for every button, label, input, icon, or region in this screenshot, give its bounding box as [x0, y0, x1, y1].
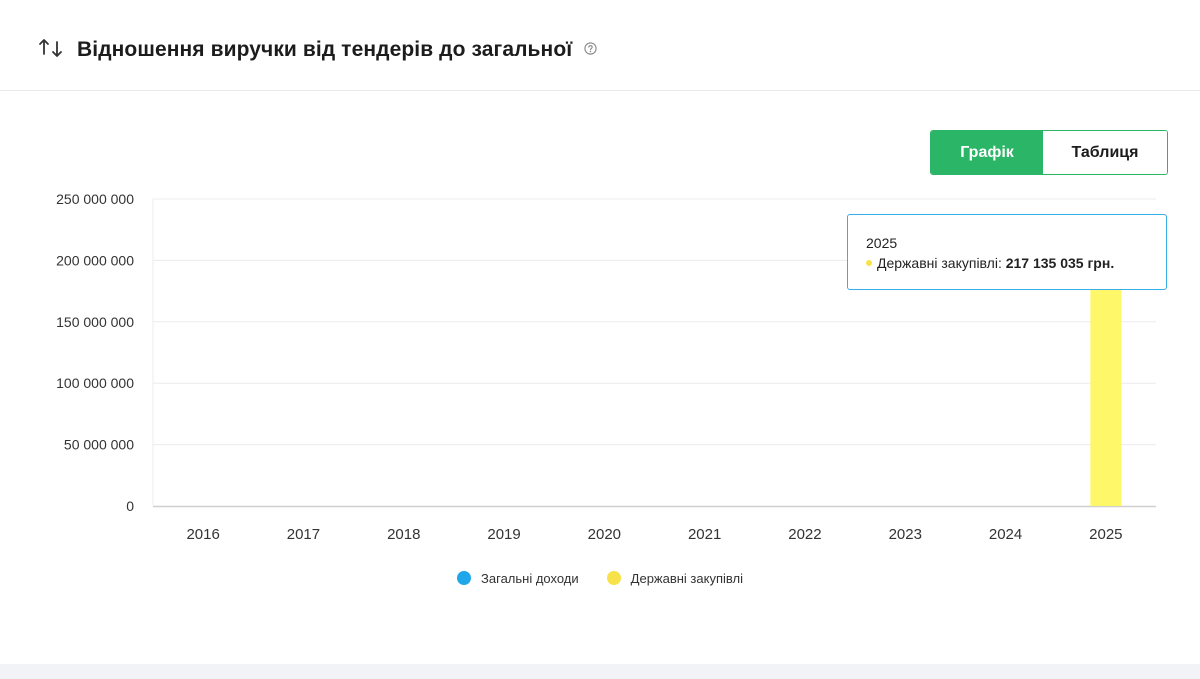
- x-tick-label: 2017: [287, 526, 320, 543]
- x-tick-label: 2025: [1089, 526, 1122, 543]
- y-tick-label: 50 000 000: [64, 437, 134, 453]
- x-tick-label: 2021: [688, 526, 721, 543]
- y-tick-label: 200 000 000: [56, 252, 134, 268]
- y-tick-label: 100 000 000: [56, 375, 134, 391]
- tooltip-series-label: Державні закупівлі:: [877, 255, 1002, 271]
- tooltip-year: 2025: [866, 235, 898, 251]
- x-tick-label: 2019: [487, 526, 520, 543]
- tooltip-series-dot-icon: [866, 260, 872, 267]
- tooltip-value: 217 135 035 грн.: [1005, 255, 1115, 271]
- x-tick-label: 2018: [387, 526, 420, 543]
- y-tick-label: 250 000 000: [56, 191, 134, 207]
- chart-tooltip: 2025 Державні закупівлі: 217 135 035 грн…: [847, 214, 1167, 290]
- x-tick-label: 2022: [788, 526, 821, 543]
- legend-item[interactable]: Загальні доходи: [457, 568, 579, 588]
- bar-chart: 0 50 000 000 100 000 000 150 000 000 200 000…: [56, 191, 1156, 543]
- x-tick-label: 2023: [889, 526, 922, 543]
- revenue-ratio-card: Відношення виручки від тендерів до загал…: [0, 0, 1200, 664]
- y-tick-label: 0: [126, 498, 134, 514]
- x-tick-label: 2020: [588, 526, 621, 543]
- y-tick-label: 150 000 000: [56, 314, 134, 330]
- legend-label: Державні закупівлі: [630, 570, 743, 586]
- legend-dot-icon: [457, 571, 472, 585]
- legend-label: Загальні доходи: [481, 570, 579, 586]
- chart-legend: Загальні доходи Державні закупівлі: [0, 568, 1200, 588]
- tooltip-row: Державні закупівлі: 217 135 035 грн.: [866, 254, 1166, 272]
- x-tick-label: 2016: [186, 526, 219, 543]
- legend-item[interactable]: Державні закупівлі: [606, 568, 743, 588]
- legend-dot-icon: [606, 571, 621, 585]
- x-tick-label: 2024: [989, 526, 1022, 543]
